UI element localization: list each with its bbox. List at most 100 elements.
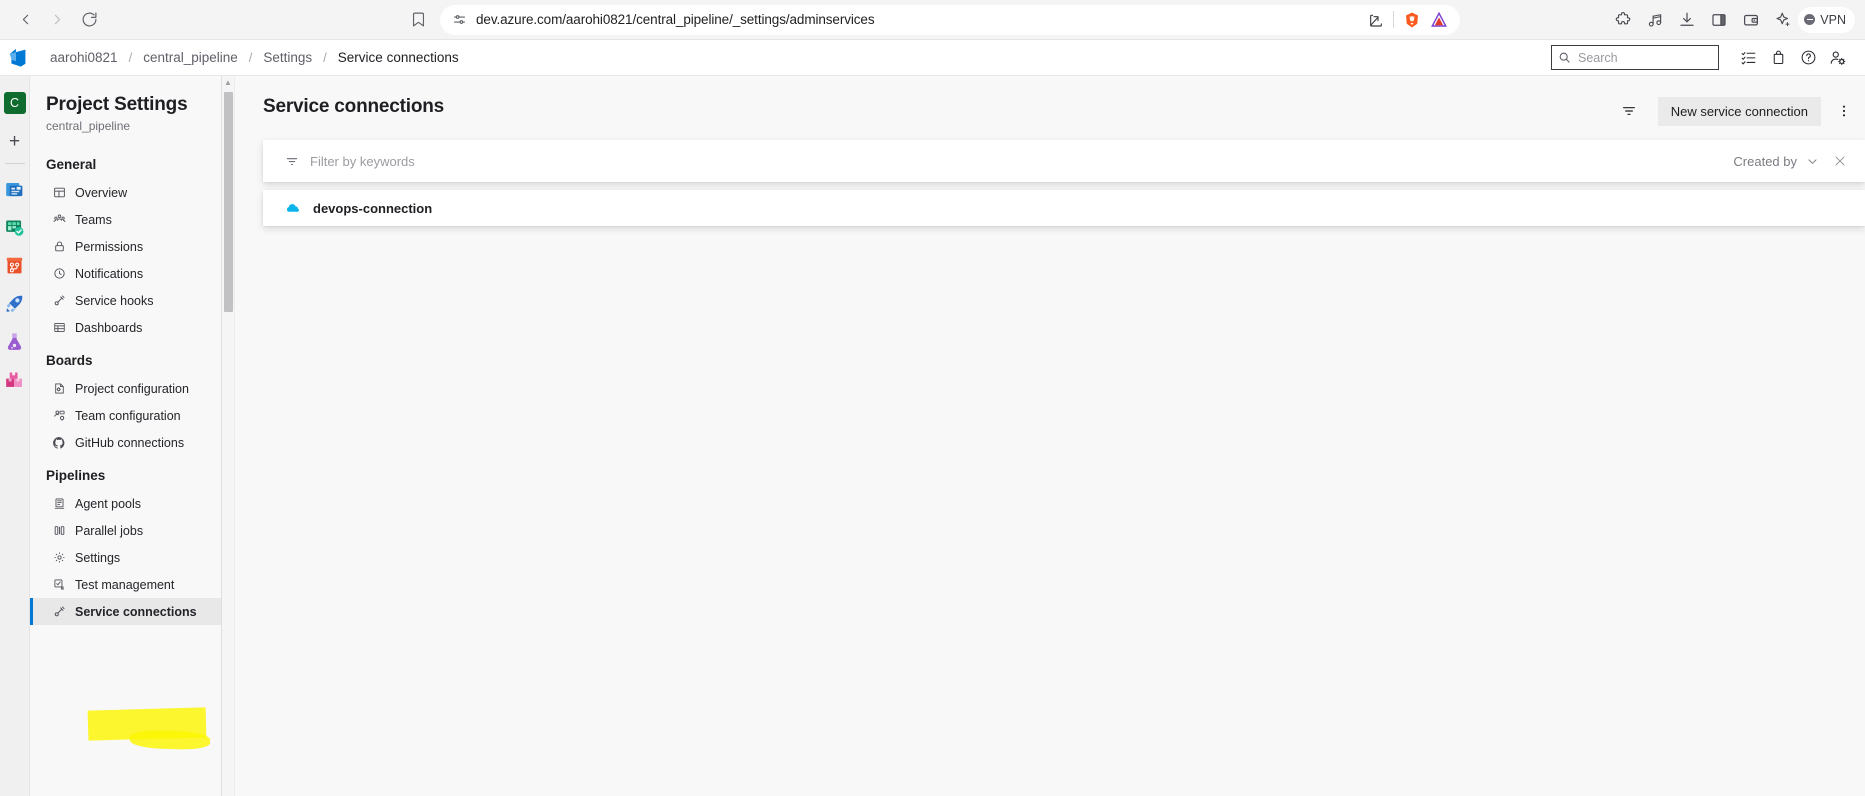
sidebar-item-label: Dashboards xyxy=(75,320,143,335)
sidebar-item-label: Settings xyxy=(75,550,121,565)
test-plans-icon xyxy=(4,331,25,352)
brave-lion-icon[interactable] xyxy=(1403,11,1421,29)
scroll-up-arrow[interactable]: ▲ xyxy=(224,79,232,87)
highlight-annotation-tail xyxy=(129,729,211,751)
search-icon xyxy=(1558,51,1571,64)
server-icon xyxy=(52,497,66,511)
created-by-dropdown[interactable]: Created by xyxy=(1727,150,1825,173)
vpn-status-pill[interactable]: VPN xyxy=(1798,6,1855,33)
boards-icon xyxy=(4,217,25,238)
search-input[interactable] xyxy=(1578,50,1712,65)
more-vertical-icon[interactable] xyxy=(1829,96,1859,126)
breadcrumb-separator: / xyxy=(323,50,327,65)
sidebar-item-test-management[interactable]: Test management xyxy=(30,571,221,598)
sidebar-item-label: GitHub connections xyxy=(75,435,185,450)
sidebar-group-general: General xyxy=(46,157,97,172)
puzzle-extensions-icon[interactable] xyxy=(1614,11,1632,29)
sidebar-item-permissions[interactable]: Permissions xyxy=(30,233,221,260)
dashboard-icon xyxy=(52,321,66,335)
rail-item-pipelines[interactable] xyxy=(0,284,30,322)
share-icon[interactable] xyxy=(1368,12,1384,28)
sidebar-item-notifications[interactable]: Notifications xyxy=(30,260,221,287)
scrollbar-thumb[interactable] xyxy=(224,92,233,312)
page-scrollbar[interactable]: ▲ xyxy=(222,76,235,796)
bookmark-icon[interactable] xyxy=(410,11,427,28)
triangle-extension-icon[interactable] xyxy=(1430,11,1448,29)
content-area: Filter by keywords Created by devops-con… xyxy=(235,140,1865,796)
sidebar-item-agent-pools[interactable]: Agent pools xyxy=(30,490,221,517)
breadcrumb-org[interactable]: aarohi0821 xyxy=(45,48,123,67)
sidebar-item-label: Parallel jobs xyxy=(75,523,144,538)
sidebar-title-block: Project Settings central_pipeline xyxy=(30,76,221,145)
sidebar-title: Project Settings xyxy=(46,94,188,115)
sidebar-item-dashboards[interactable]: Dashboards xyxy=(30,314,221,341)
filter-input-wrap[interactable]: Filter by keywords xyxy=(285,154,1727,169)
breadcrumb: aarohi0821 / central_pipeline / Settings… xyxy=(45,48,464,67)
plug-icon xyxy=(52,294,66,308)
sidebar-item-label: Test management xyxy=(75,577,175,592)
gear-icon xyxy=(52,551,66,565)
sidebar-panel-icon[interactable] xyxy=(1710,11,1728,29)
sidebar-item-teams[interactable]: Teams xyxy=(30,206,221,233)
brave-leo-icon[interactable] xyxy=(1774,11,1792,29)
main-content: Service connections New service connecti… xyxy=(235,76,1865,796)
service-connection-name: devops-connection xyxy=(313,200,433,216)
azure-cloud-icon xyxy=(285,200,301,216)
azure-devops-logo[interactable] xyxy=(0,40,36,76)
url-bar-region: dev.azure.com/aarohi0821/central_pipelin… xyxy=(110,4,1600,36)
github-icon xyxy=(52,436,66,450)
search-box[interactable] xyxy=(1551,45,1719,70)
site-settings-icon[interactable] xyxy=(452,12,467,27)
project-settings-sidebar: Project Settings central_pipeline Genera… xyxy=(30,76,222,796)
breadcrumb-current[interactable]: Service connections xyxy=(333,48,464,67)
breadcrumb-settings[interactable]: Settings xyxy=(258,48,317,67)
app-body: C + Project Settings central_pipeline Ge… xyxy=(0,76,1865,796)
shopping-bag-icon[interactable] xyxy=(1763,43,1793,73)
new-service-connection-button[interactable]: New service connection xyxy=(1657,96,1821,126)
back-button[interactable] xyxy=(10,5,40,35)
left-icon-rail: C + xyxy=(0,76,30,796)
header-right-actions xyxy=(1551,43,1853,73)
rail-item-overview[interactable] xyxy=(0,170,30,208)
project-avatar[interactable]: C xyxy=(0,84,30,122)
sidebar-item-project-configuration[interactable]: Project configuration xyxy=(30,375,221,402)
service-connection-row[interactable]: devops-connection xyxy=(263,190,1865,226)
music-note-icon[interactable] xyxy=(1646,11,1664,29)
plug-icon xyxy=(52,605,66,619)
sidebar-item-label: Service hooks xyxy=(75,293,154,308)
created-by-label: Created by xyxy=(1733,153,1797,169)
wallet-icon[interactable] xyxy=(1742,11,1760,29)
reload-button[interactable] xyxy=(74,5,104,35)
columns-icon xyxy=(52,524,66,538)
sidebar-item-github-connections[interactable]: GitHub connections xyxy=(30,429,221,456)
download-icon[interactable] xyxy=(1678,11,1696,29)
sidebar-group-boards: Boards xyxy=(46,353,93,368)
team-config-icon xyxy=(52,409,66,423)
add-button[interactable]: + xyxy=(0,122,30,160)
filter-bar: Filter by keywords Created by xyxy=(263,140,1865,182)
sidebar-item-parallel-jobs[interactable]: Parallel jobs xyxy=(30,517,221,544)
forward-button[interactable] xyxy=(42,5,72,35)
rail-item-artifacts[interactable] xyxy=(0,360,30,398)
filter-icon[interactable] xyxy=(1614,96,1644,126)
help-circle-icon[interactable] xyxy=(1793,43,1823,73)
pipelines-icon xyxy=(4,293,25,314)
sidebar-item-settings[interactable]: Settings xyxy=(30,544,221,571)
rail-item-test-plans[interactable] xyxy=(0,322,30,360)
sidebar-item-team-configuration[interactable]: Team configuration xyxy=(30,402,221,429)
user-settings-icon[interactable] xyxy=(1823,43,1853,73)
breadcrumb-project[interactable]: central_pipeline xyxy=(138,48,243,67)
sidebar-item-overview[interactable]: Overview xyxy=(30,179,221,206)
rail-item-boards[interactable] xyxy=(0,208,30,246)
checklist-icon[interactable] xyxy=(1733,43,1763,73)
rail-item-repos[interactable] xyxy=(0,246,30,284)
address-bar[interactable]: dev.azure.com/aarohi0821/central_pipelin… xyxy=(440,4,1461,35)
vpn-toggle-icon xyxy=(1804,14,1816,25)
sidebar-item-service-connections[interactable]: Service connections xyxy=(30,598,221,625)
test-check-icon xyxy=(52,578,66,592)
sidebar-item-label: Teams xyxy=(75,212,112,227)
rail-divider xyxy=(4,163,25,164)
sidebar-item-service-hooks[interactable]: Service hooks xyxy=(30,287,221,314)
clear-filters-button[interactable] xyxy=(1825,146,1855,176)
sidebar-subtitle: central_pipeline xyxy=(46,119,131,133)
